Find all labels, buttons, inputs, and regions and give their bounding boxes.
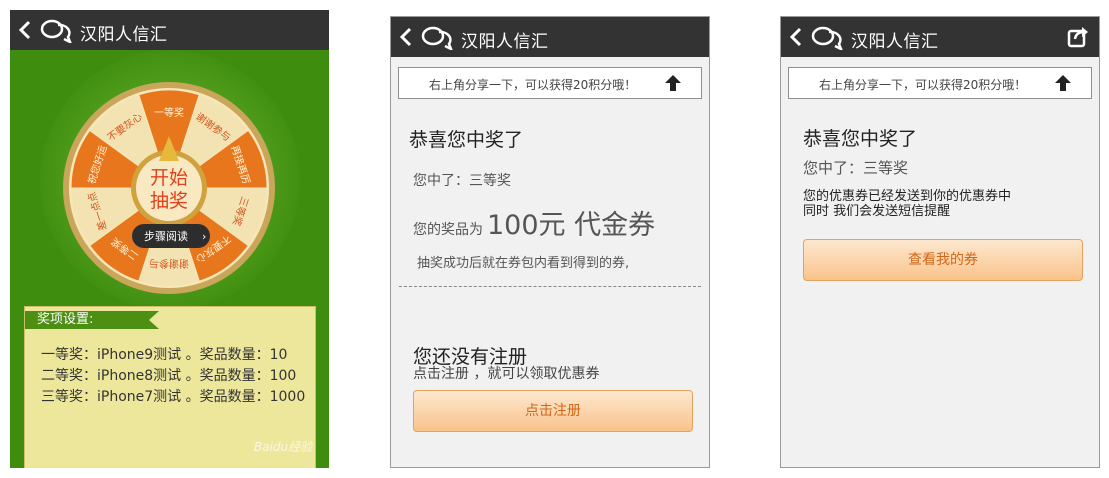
- register-hint: 点击注册 ，就可以领取优惠券: [413, 366, 600, 382]
- app-header: 汉阳人信汇: [781, 17, 1099, 57]
- arrow-up-icon: [1055, 75, 1071, 91]
- step-read-chevron-icon[interactable]: ›: [202, 230, 206, 243]
- back-chevron-icon[interactable]: [789, 26, 803, 48]
- won-line: 您中了：三等奖: [803, 159, 909, 177]
- arrow-up-icon: [665, 75, 681, 91]
- coupon-sent-line2: 同时 我们会发送短信提醒: [803, 204, 951, 219]
- share-tip-bar: 右上角分享一下，可以获得20积分哦！: [788, 67, 1092, 99]
- share-tip-text: 右上角分享一下，可以获得20积分哦！: [429, 78, 637, 92]
- start-label-line2[interactable]: 抽奖: [150, 190, 188, 212]
- app-header: 汉阳人信汇: [10, 10, 329, 50]
- lottery-wheel[interactable]: 一等奖 谢谢参与再接再厉三等奖不要灰心谢谢参与二等奖差一点点祝您好运不要灰心 开始…: [62, 81, 276, 295]
- back-chevron-icon[interactable]: [18, 19, 32, 41]
- prize-amount: 100元 代金券: [487, 210, 656, 241]
- coupon-screen: 汉阳人信汇 右上角分享一下，可以获得20积分哦！ 恭喜您中奖了 您中了：三等奖 …: [780, 16, 1100, 468]
- prize-item: 三等奖：iPhone7测试 。奖品数量：1000: [41, 389, 306, 405]
- prize-amount-row: 您的奖品为 100元 代金券: [413, 203, 655, 242]
- step-read-label[interactable]: 步骤阅读: [144, 229, 188, 243]
- wheel-segment-label: 一等奖: [154, 106, 184, 119]
- share-icon[interactable]: [1067, 26, 1089, 48]
- app-title: 汉阳人信汇: [80, 25, 168, 45]
- info-text: 抽奖成功后就在券包内看到得到的券,: [417, 256, 630, 271]
- prize-item: 一等奖：iPhone9测试 。奖品数量：10: [41, 347, 288, 363]
- view-coupon-button[interactable]: 查看我的券: [803, 239, 1083, 281]
- wheel-segment-label: 谢谢参与: [149, 257, 189, 270]
- lottery-screen: 汉阳人信汇 一等奖 谢谢参与 再接再厉 三等奖 不要灰心 谢谢参与 二等奖 差一点点 祝您好运不…: [10, 10, 329, 468]
- result-screen: 汉阳人信汇 右上角分享一下，可以获得20积分哦！ 恭喜您中奖了 您中了：三等奖 …: [390, 16, 710, 468]
- app-title: 汉阳人信汇: [851, 32, 939, 52]
- prize-item: 二等奖：iPhone8测试 。奖品数量：100: [41, 368, 297, 384]
- watermark: Baidu经验: [254, 440, 313, 454]
- divider: [399, 286, 701, 287]
- chat-bubbles-icon: [40, 19, 72, 43]
- share-tip-bar: 右上角分享一下，可以获得20积分哦！: [398, 67, 702, 99]
- back-chevron-icon[interactable]: [399, 26, 413, 48]
- app-header: 汉阳人信汇: [391, 17, 709, 57]
- congrats-heading: 恭喜您中奖了: [803, 128, 918, 150]
- prize-list: 一等奖：iPhone9测试 。奖品数量：10 二等奖：iPhone8测试 。奖品…: [41, 345, 311, 408]
- share-tip-text: 右上角分享一下，可以获得20积分哦！: [819, 78, 1027, 92]
- chat-bubbles-icon: [421, 26, 453, 50]
- register-button[interactable]: 点击注册: [413, 390, 693, 432]
- prize-settings-title: 奖项设置:: [25, 311, 159, 329]
- chat-bubbles-icon: [811, 26, 843, 50]
- prize-label: 您的奖品为: [413, 222, 483, 238]
- app-title: 汉阳人信汇: [461, 32, 549, 52]
- congrats-heading: 恭喜您中奖了: [409, 129, 524, 151]
- won-line: 您中了：三等奖: [413, 173, 511, 189]
- start-label-line1[interactable]: 开始: [150, 167, 188, 189]
